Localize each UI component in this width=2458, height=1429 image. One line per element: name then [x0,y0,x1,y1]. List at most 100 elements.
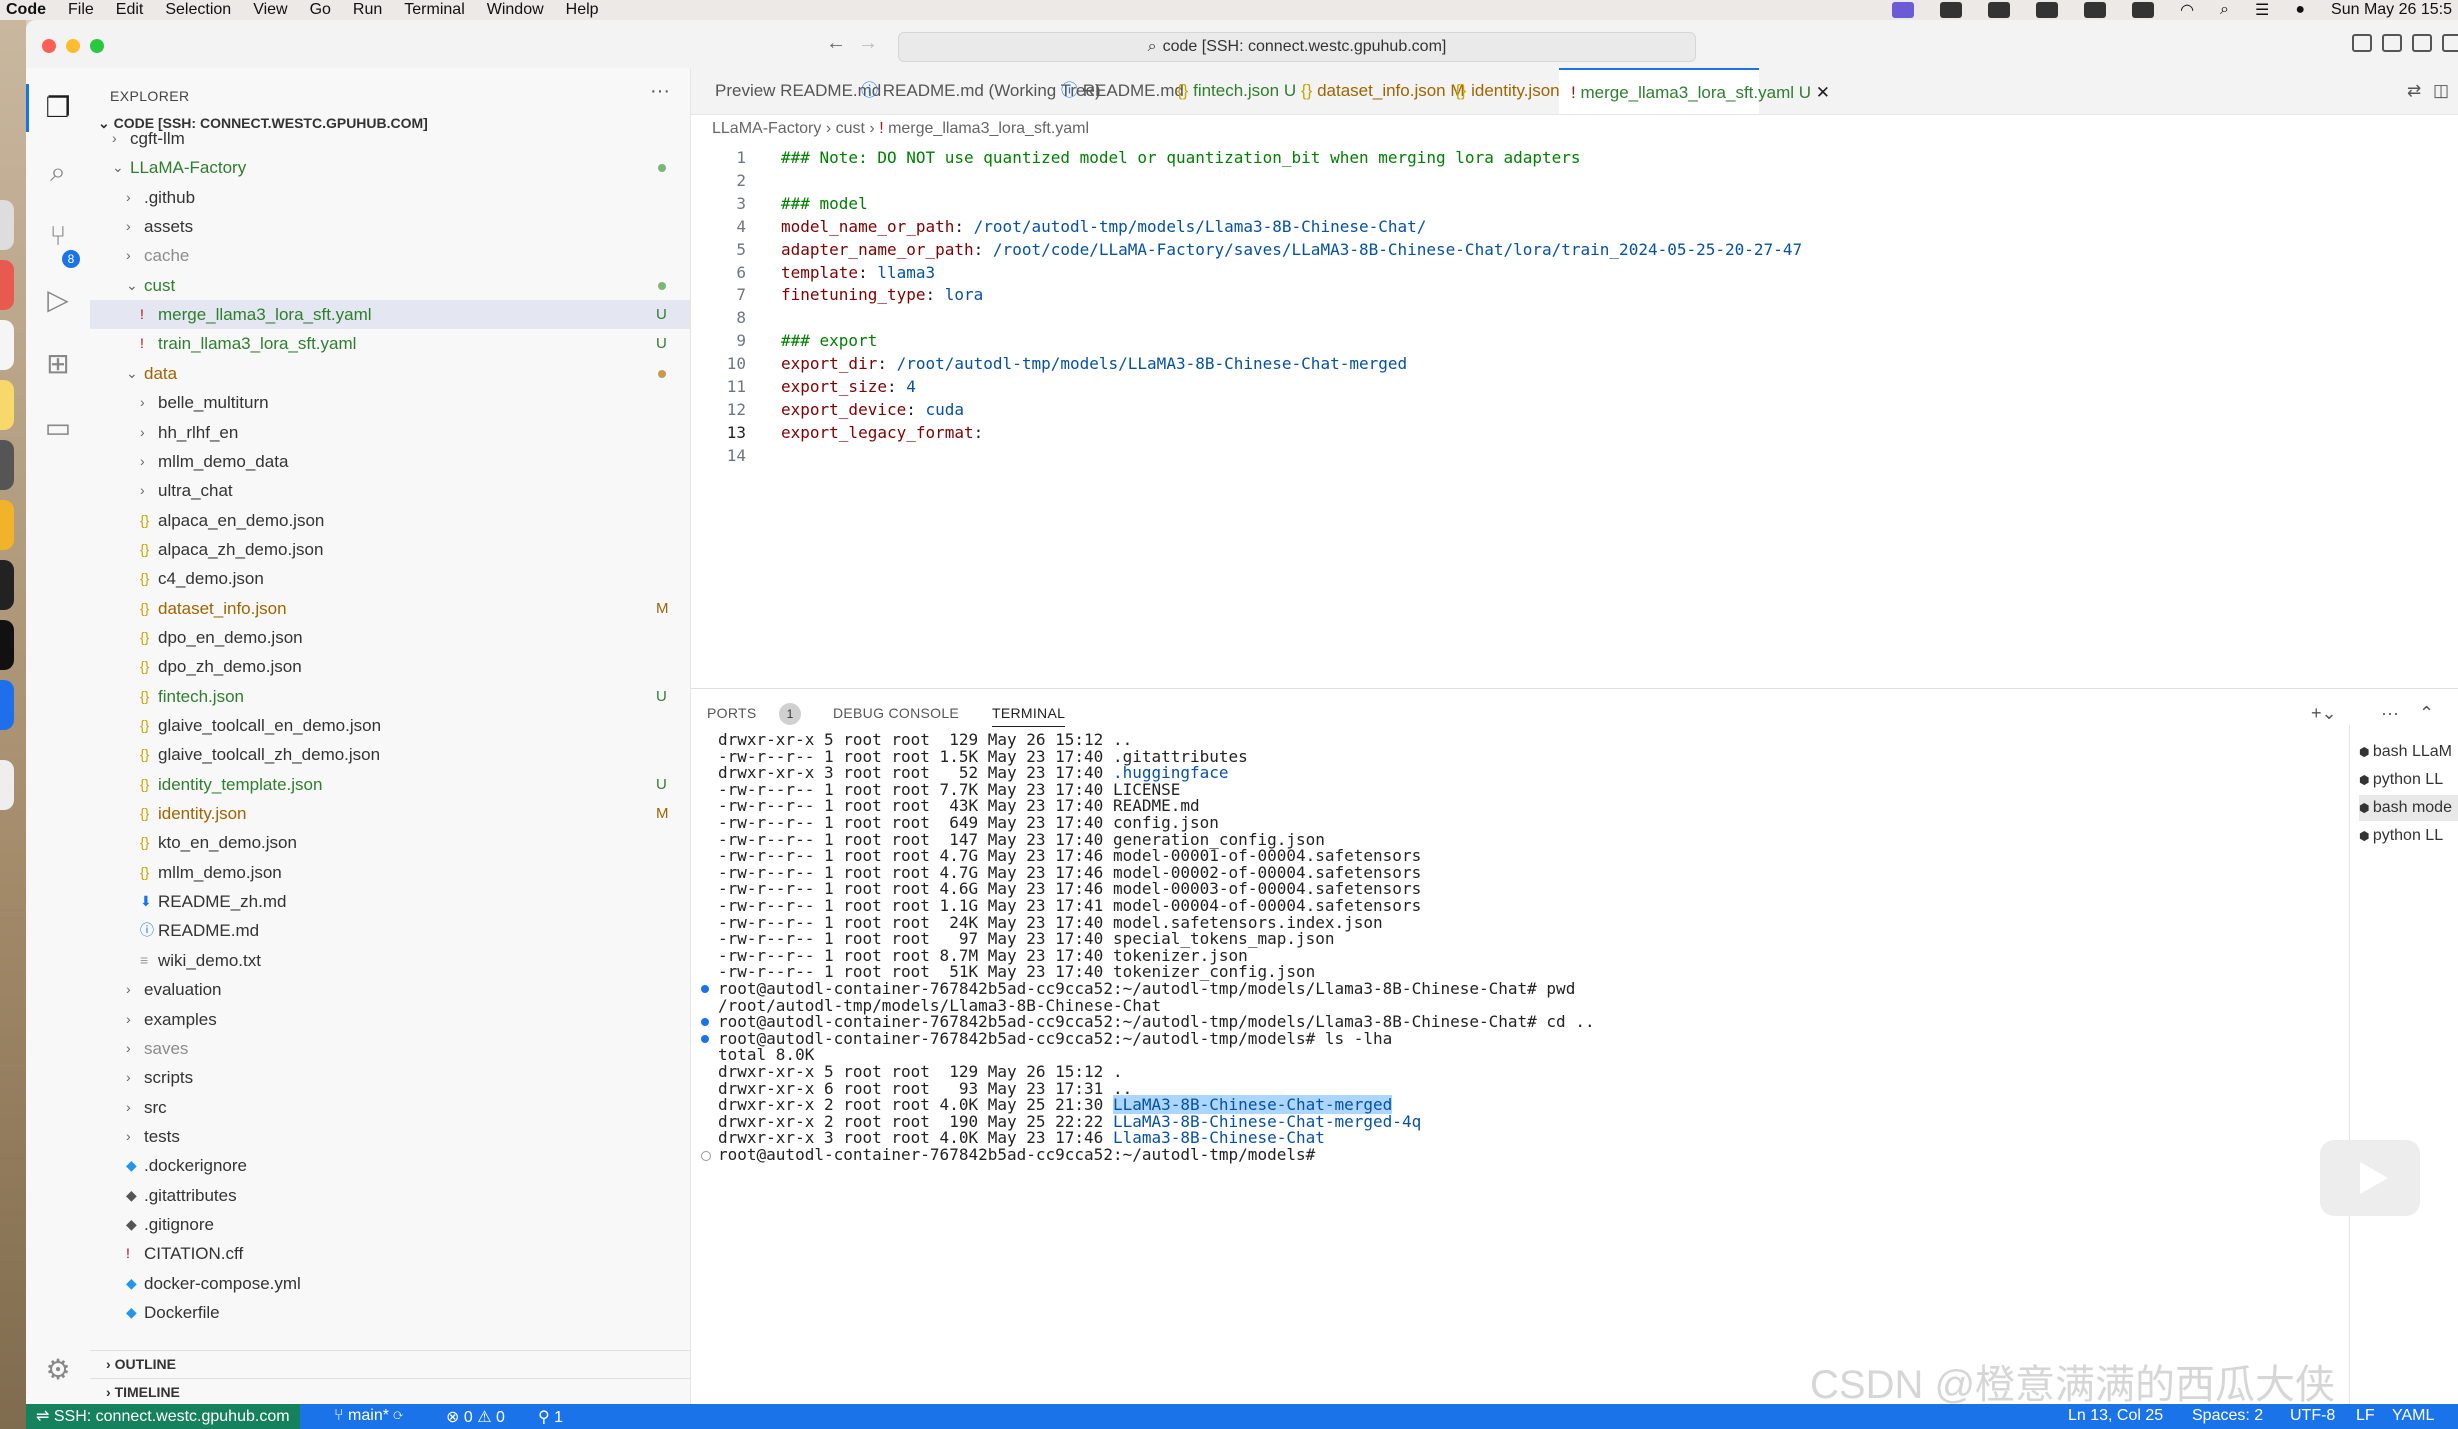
menu-help[interactable]: Help [566,1,599,19]
file-item[interactable]: {} dpo_zh_demo.json [90,652,690,681]
dock-app-icon[interactable] [0,680,14,730]
branch-indicator[interactable]: ⑂ main* ⟳ [334,1407,403,1425]
file-item[interactable]: {} mllm_demo.json [90,858,690,887]
bookmark-icon[interactable] [1940,2,1963,18]
file-item[interactable]: {} dataset_info.json M [90,594,690,623]
dock-app-icon[interactable] [0,440,14,490]
tab-readme[interactable]: ⓘ README.md [1051,68,1184,114]
file-item[interactable]: ⓘ README.md [90,916,690,945]
folder-item[interactable]: › examples [90,1005,690,1034]
menu-file[interactable]: File [68,1,94,19]
zoom-window-button[interactable] [90,39,104,53]
ports-indicator[interactable]: ⚲ 1 [538,1407,563,1427]
code-line[interactable]: export_device: cuda [781,400,964,419]
terminal-instance[interactable]: ⬢ python LL [2359,823,2458,849]
dock-app-icon[interactable] [0,620,14,670]
more-actions-icon[interactable]: ··· [650,80,670,103]
folder-item[interactable]: › belle_multiturn [90,388,690,417]
code-line[interactable]: export_size: 4 [781,377,916,396]
input-source-icon[interactable] [2132,2,2155,18]
menu-go[interactable]: Go [310,1,331,19]
menu-window[interactable]: Window [487,1,544,19]
command-decoration-icon[interactable] [701,985,709,993]
file-item[interactable]: ≡ wiki_demo.txt [90,946,690,975]
breadcrumb-item[interactable]: cust [836,120,865,137]
terminal-instance[interactable]: ⬢ python LL [2359,767,2458,793]
menu-run[interactable]: Run [353,1,382,19]
tab-merge-yaml[interactable]: ! merge_llama3_lora_sft.yaml U ✕ [1559,68,1830,114]
breadcrumb-item[interactable]: LLaMA-Factory [712,120,821,137]
file-item[interactable]: {} identity_template.json U [90,770,690,799]
folder-item[interactable]: › src [90,1093,690,1122]
tab-debug-console[interactable]: DEBUG CONSOLE [833,705,959,721]
command-center[interactable]: ⌕ code [SSH: connect.westc.gpuhub.com] [898,32,1696,62]
dock-app-icon[interactable] [0,560,14,610]
file-item[interactable]: {} dpo_en_demo.json [90,623,690,652]
terminal-instance[interactable]: ⬢ bash mode [2359,795,2458,821]
language-mode[interactable]: YAML [2392,1407,2434,1425]
menu-app[interactable]: Code [6,1,46,19]
tab-preview-readme[interactable]: Preview README.md [691,68,881,114]
menu-selection[interactable]: Selection [165,1,231,19]
tab-terminal[interactable]: TERMINAL [992,705,1066,727]
code-editor[interactable]: 1 ### Note: DO NOT use quantized model or… [691,140,2458,680]
customize-layout-icon[interactable] [2442,34,2458,52]
command-decoration-icon[interactable] [701,1034,709,1043]
code-line[interactable]: ### model [781,194,868,213]
extensions-icon[interactable]: ⊞ [42,348,74,380]
close-window-button[interactable] [42,39,56,53]
folder-item[interactable]: › hh_rlhf_en [90,418,690,447]
file-item[interactable]: {} glaive_toolcall_zh_demo.json [90,740,690,769]
dock-app-icon[interactable] [0,320,14,370]
remote-indicator[interactable]: ⇌ SSH: connect.westc.gpuhub.com [26,1404,300,1429]
keyboard-icon[interactable] [2036,2,2059,18]
menubar-clock[interactable]: Sun May 26 15:5 [2331,1,2452,19]
new-terminal-icon[interactable]: +⌄ [2311,703,2337,724]
breadcrumb-item[interactable]: merge_llama3_lora_sft.yaml [888,120,1089,137]
file-item[interactable]: ◆ .dockerignore [90,1151,690,1180]
tab-identity-json[interactable]: {} identity.json M [1445,68,1579,114]
screen-share-icon[interactable] [1892,2,1915,18]
file-item[interactable]: ◆ .gitignore [90,1210,690,1239]
folder-item[interactable]: › ultra_chat [90,476,690,505]
folder-item[interactable]: › cache [90,241,690,270]
dock-app-icon[interactable] [0,260,14,310]
back-arrow-icon[interactable]: ← [826,32,846,55]
dock-app-icon[interactable] [0,200,14,250]
code-line[interactable]: model_name_or_path: /root/autodl-tmp/mod… [781,217,1426,236]
code-line[interactable]: ### Note: DO NOT use quantized model or … [781,148,1581,167]
menu-view[interactable]: View [253,1,287,19]
folder-item[interactable]: › saves [90,1034,690,1063]
spotlight-icon[interactable]: ⌕ [2220,1,2229,19]
dock-app-icon[interactable] [0,500,14,550]
remote-explorer-icon[interactable]: ▭ [42,412,74,444]
search-icon[interactable]: ⌕ [42,156,74,188]
menu-terminal[interactable]: Terminal [404,1,464,19]
file-item[interactable]: {} identity.json M [90,799,690,828]
folder-item[interactable]: › scripts [90,1063,690,1092]
wifi-icon[interactable]: ◠ [2180,0,2194,20]
folder-item[interactable]: ⌄ cust [90,271,690,300]
command-decoration-icon[interactable] [701,1151,711,1161]
command-decoration-icon[interactable] [701,1018,709,1027]
folder-item[interactable]: › cgft-llm [90,124,690,153]
outline-section[interactable]: › OUTLINE [90,1350,690,1376]
forward-arrow-icon[interactable]: → [858,32,878,55]
folder-item[interactable]: › tests [90,1122,690,1151]
file-item[interactable]: {} fintech.json U [90,682,690,711]
terminal-output[interactable]: drwxr-xr-x 5 root root 129 May 26 15:12 … [691,725,2351,1405]
folder-item[interactable]: ⌄ LLaMA-Factory [90,153,690,182]
file-item[interactable]: ◆ .gitattributes [90,1181,690,1210]
file-item[interactable]: ! train_llama3_lora_sft.yaml U [90,329,690,358]
folder-item[interactable]: ⌄ data [90,359,690,388]
split-editor-icon[interactable]: ◫ [2433,68,2453,114]
menu-edit[interactable]: Edit [116,1,144,19]
folder-item[interactable]: › assets [90,212,690,241]
maximize-panel-icon[interactable]: ⌃ [2419,703,2434,724]
run-debug-icon[interactable]: ▷ [42,284,74,316]
timeline-section[interactable]: › TIMELINE [90,1378,690,1404]
code-line[interactable]: export_legacy_format: [781,423,983,442]
code-line[interactable]: template: llama3 [781,263,935,282]
more-actions-icon[interactable]: ··· [2381,703,2399,724]
close-tab-icon[interactable]: ✕ [1816,83,1830,102]
